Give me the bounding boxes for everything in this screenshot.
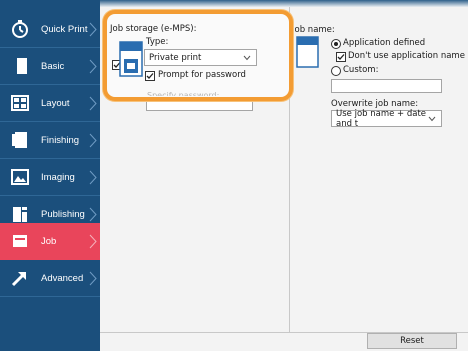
prompt-password-checkbox[interactable] xyxy=(145,71,155,81)
chevron-right-icon xyxy=(89,59,97,74)
overwrite-job-name-label: Overwrite job name: xyxy=(331,99,419,109)
sidebar-item-label: Advanced xyxy=(41,272,84,284)
sidebar-item-label: Quick Print xyxy=(41,23,88,35)
type-label: Type: xyxy=(146,37,169,47)
checkmark-icon xyxy=(146,73,154,79)
job-storage-title: Job storage (e-MPS): xyxy=(110,24,197,34)
sidebar-item-label: Publishing xyxy=(41,208,85,220)
chevron-right-icon xyxy=(89,133,97,148)
sidebar-item-label: Basic xyxy=(41,60,65,72)
sidebar-nav: Quick Print Basic Layout Finishing Imagi… xyxy=(0,0,100,351)
finishing-icon xyxy=(10,130,30,150)
document-icon xyxy=(10,56,30,76)
chevron-right-icon xyxy=(89,207,97,222)
sidebar-item-basic[interactable]: Basic xyxy=(0,48,100,85)
sidebar-item-job[interactable]: Job xyxy=(0,223,100,260)
booklet-icon xyxy=(10,204,30,224)
sidebar-item-label: Finishing xyxy=(41,134,80,146)
radio-selected-dot xyxy=(334,42,338,46)
layout-grid-icon xyxy=(10,93,30,113)
sidebar-item-imaging[interactable]: Imaging xyxy=(0,159,100,196)
storage-type-select[interactable]: Private print xyxy=(144,49,257,66)
stopwatch-icon xyxy=(10,19,30,39)
sidebar-item-layout[interactable]: Layout xyxy=(0,85,100,122)
sidebar-item-label: Job xyxy=(41,235,57,247)
overwrite-job-name-value: Use job name + date and t xyxy=(336,108,427,129)
chevron-right-icon xyxy=(89,22,97,37)
sidebar-item-label: Layout xyxy=(41,97,70,109)
custom-label: Custom: xyxy=(343,65,379,75)
specify-password-label: Specify password: xyxy=(147,91,220,96)
overwrite-job-name-select[interactable]: Use job name + date and t xyxy=(331,108,442,129)
printer-job-icon xyxy=(10,231,30,251)
chevron-right-icon xyxy=(89,271,97,286)
chevron-right-icon xyxy=(89,234,97,249)
job-storage-callout: Job storage (e-MPS): Type: Private print… xyxy=(103,10,293,101)
checkmark-icon xyxy=(337,54,345,60)
chevron-down-icon xyxy=(243,55,251,61)
job-name-title: Job name: xyxy=(292,25,335,35)
dont-use-app-name-checkbox[interactable] xyxy=(336,52,346,62)
application-defined-label: Application defined xyxy=(343,38,426,48)
job-storage-illustration xyxy=(119,41,143,77)
custom-name-input[interactable] xyxy=(331,79,442,93)
sidebar-item-label: Imaging xyxy=(41,171,75,183)
prompt-password-label: Prompt for password xyxy=(158,70,246,80)
radio-application-defined[interactable] xyxy=(331,39,341,49)
storage-type-value: Private print xyxy=(149,52,202,63)
radio-custom[interactable] xyxy=(331,66,341,76)
chevron-down-icon xyxy=(428,116,436,122)
chevron-right-icon xyxy=(89,96,97,111)
reset-button[interactable]: Reset xyxy=(367,333,457,349)
chevron-right-icon xyxy=(89,170,97,185)
sidebar-item-advanced[interactable]: Advanced xyxy=(0,260,100,297)
job-name-illustration xyxy=(296,36,319,68)
header-strip xyxy=(100,0,468,7)
arrow-up-right-icon xyxy=(10,268,30,288)
sidebar-item-finishing[interactable]: Finishing xyxy=(0,122,100,159)
image-icon xyxy=(10,167,30,187)
sidebar-item-quick-print[interactable]: Quick Print xyxy=(0,11,100,48)
dont-use-app-name-label: Don't use application name xyxy=(348,51,465,61)
